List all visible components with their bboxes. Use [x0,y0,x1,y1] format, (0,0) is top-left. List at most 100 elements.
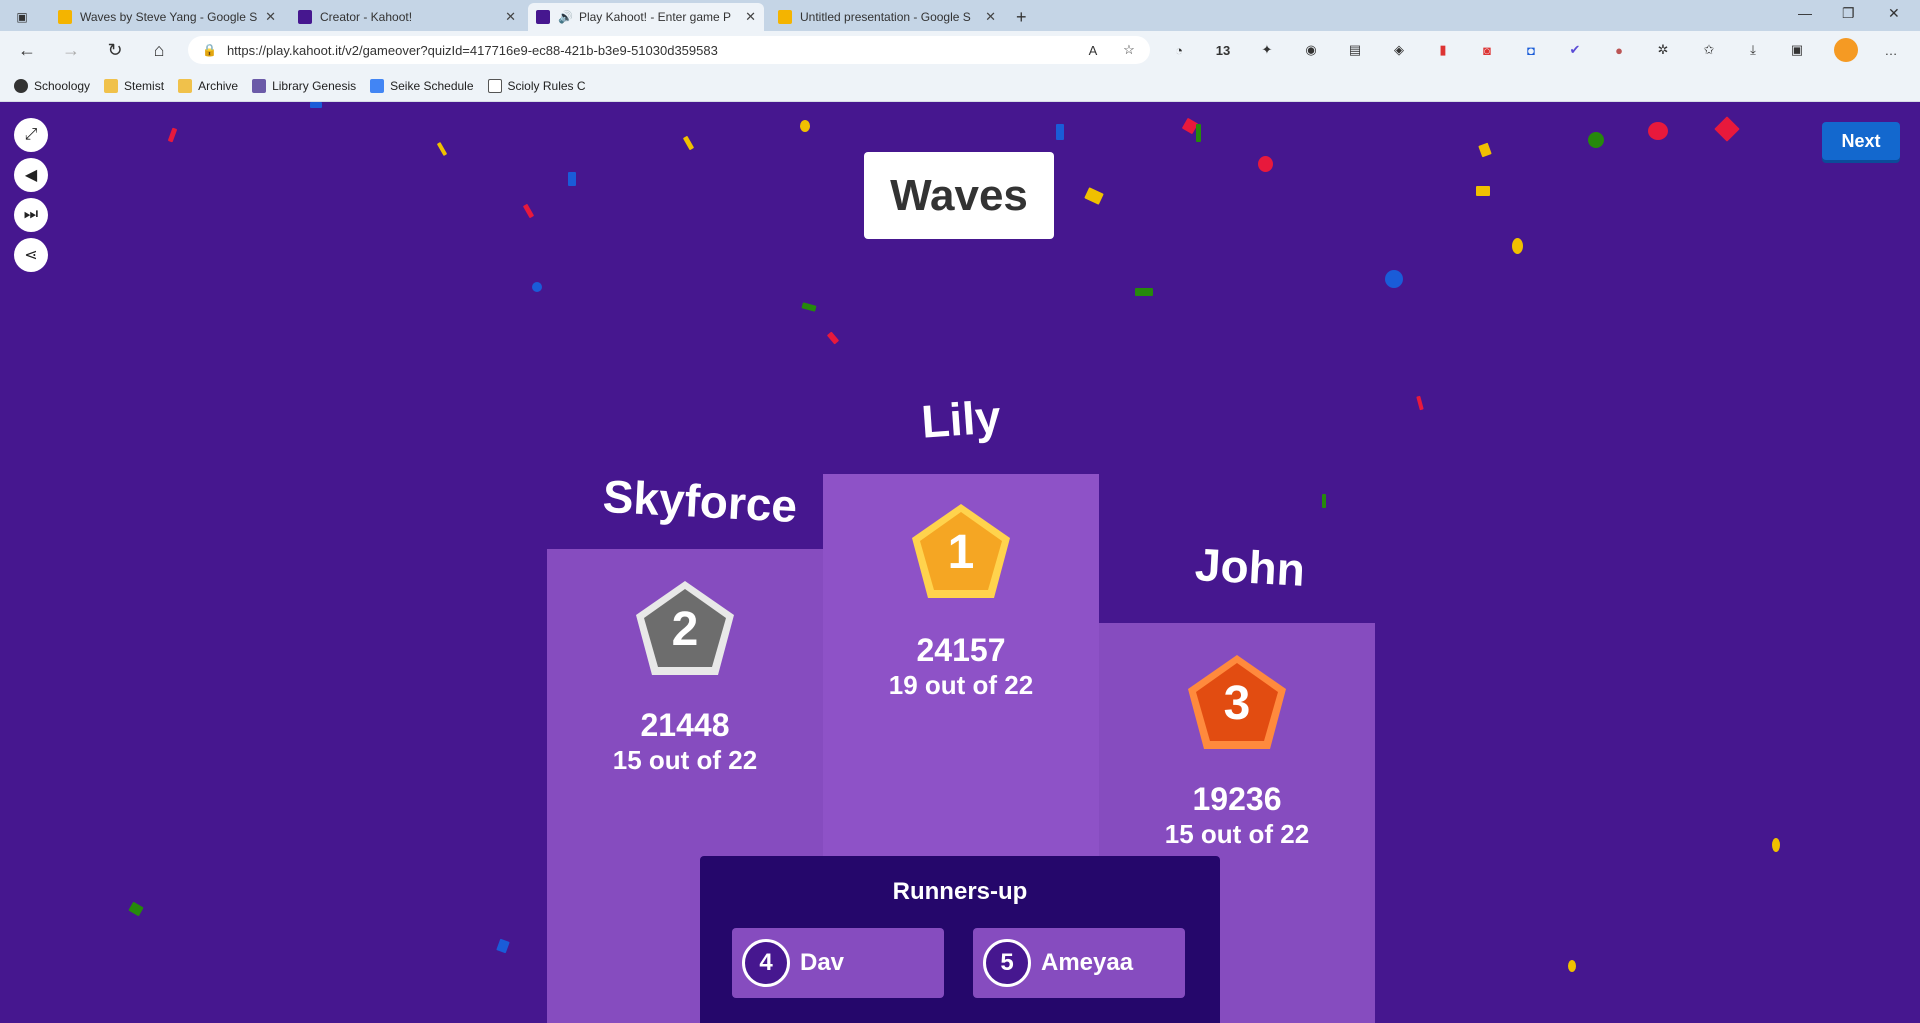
downloads-icon[interactable]: ⤓ [1744,41,1762,59]
confetti-piece [826,331,840,345]
confetti-piece [1416,395,1424,411]
bookmark-seike-schedule[interactable]: Seike Schedule [370,78,474,93]
close-tab-icon[interactable]: ✕ [505,9,516,25]
confetti-piece [1056,124,1064,140]
skip-button[interactable]: ⏭ [14,198,48,232]
address-bar[interactable]: 🔒 https://play.kahoot.it/v2/gameover?qui… [188,36,1150,64]
bookmark-archive[interactable]: Archive [178,78,238,93]
second-place-medal-icon: 2 [636,581,734,675]
confetti-piece [1714,116,1740,142]
confetti-piece [1772,838,1780,852]
quiz-title: Waves [864,152,1054,239]
sound-button[interactable]: ◀ [14,158,48,192]
extension-icon[interactable]: ◉ [1302,41,1320,59]
confetti-piece [1476,186,1490,196]
confetti-piece [1196,124,1201,142]
close-tab-icon[interactable]: ✕ [265,9,276,25]
forward-icon[interactable]: → [60,39,82,61]
docs-icon [370,78,385,93]
tab-play-kahoot[interactable]: 🔊 Play Kahoot! - Enter game P ✕ [528,3,764,31]
confetti-piece [1322,494,1326,508]
tab-title: Play Kahoot! - Enter game P [578,10,732,24]
confetti-piece [1084,187,1104,205]
third-place-medal-icon: 3 [1188,655,1286,749]
confetti-piece [1478,142,1492,158]
read-aloud-icon[interactable]: A [1084,41,1102,59]
third-place-score: 19236 [1192,781,1282,817]
first-place-correct: 19 out of 22 [888,670,1034,700]
kahoot-icon [298,10,312,24]
bookmark-label: Schoology [34,78,91,93]
new-tab-button[interactable]: + [1008,3,1034,31]
extension-icon[interactable]: ◈ [1390,41,1408,59]
extensions-puzzle-icon[interactable]: ✲ [1654,41,1672,59]
confetti-piece [1648,122,1668,140]
next-button[interactable]: Next [1822,122,1900,160]
extension-icon[interactable]: ✦ [1258,41,1276,59]
refresh-icon[interactable]: ↻ [104,39,126,61]
confetti-piece [167,127,178,143]
second-place-score: 21448 [640,707,730,743]
bookmark-library-genesis[interactable]: Library Genesis [252,78,356,93]
tab-actions-icon: ▣ [16,10,28,24]
collections-icon[interactable]: ▣ [1788,41,1806,59]
browser-toolbar: ← → ↻ ⌂ 🔒 https://play.kahoot.it/v2/game… [0,31,1920,70]
favorite-star-icon[interactable]: ☆ [1120,41,1138,59]
confetti-piece [682,135,695,151]
bookmark-scioly-rules[interactable]: Scioly Rules C [487,78,586,93]
confetti-piece [1135,288,1153,296]
first-place-score: 24157 [916,632,1006,668]
confetti-piece [128,901,144,917]
tab-waves-sheet[interactable]: Waves by Steve Yang - Google S ✕ [50,3,284,31]
fullscreen-button[interactable]: ⤢ [14,118,48,152]
extension-icon[interactable]: ✔ [1566,41,1584,59]
tab-creator-kahoot[interactable]: Creator - Kahoot! ✕ [290,3,524,31]
extension-badge[interactable]: 13 [1214,41,1232,59]
runners-up-panel: Runners-up 4 Dav 5 Ameyaa [700,856,1220,1023]
tab-actions-button[interactable]: ▣ [2,3,42,31]
close-tab-icon[interactable]: ✕ [745,9,756,25]
back-icon[interactable]: ← [16,39,38,61]
bookmark-label: Scioly Rules C [507,78,586,93]
library-icon [252,78,267,93]
medal-rank: 3 [1224,677,1251,730]
favorites-icon[interactable]: ✩ [1700,41,1718,59]
confetti-piece [310,102,322,108]
confetti-piece [800,120,810,132]
schoology-icon [14,78,28,93]
third-place-correct: 15 out of 22 [1164,819,1310,849]
bookmark-schoology[interactable]: Schoology [14,78,91,93]
confetti-piece [568,172,576,186]
tab-title: Creator - Kahoot! [320,10,413,24]
profile-avatar[interactable] [1834,38,1858,62]
extension-icon[interactable]: ▤ [1346,41,1364,59]
close-tab-icon[interactable]: ✕ [985,9,996,25]
share-button[interactable]: ⋖ [14,238,48,272]
tab-title: Waves by Steve Yang - Google S [80,10,258,24]
extension-icon[interactable]: ◙ [1478,41,1496,59]
bookmark-label: Seike Schedule [390,78,474,93]
settings-more-icon[interactable]: … [1882,41,1900,59]
speaker-icon[interactable]: 🔊 [558,10,573,24]
runner-up-item: 5 Ameyaa [973,928,1185,998]
runner-up-item: 4 Dav [732,928,944,998]
extension-icon[interactable]: ● [1610,41,1628,59]
folder-icon [178,78,193,93]
extension-icon[interactable]: ◘ [1522,41,1540,59]
bookmark-stemist[interactable]: Stemist [104,78,164,93]
confetti-piece [1568,960,1576,972]
close-window-icon[interactable]: ✕ [1888,5,1900,22]
restore-icon[interactable]: ❐ [1842,5,1855,22]
extension-icon[interactable]: ◔ [1170,41,1188,59]
home-icon[interactable]: ⌂ [148,39,170,61]
kahoot-podium-page: ⤢ ◀ ⏭ ⋖ Next Waves Lily Skyforce John 2 … [0,102,1920,1023]
confetti-piece [801,302,817,312]
bookmarks-bar: Schoology Stemist Archive Library Genesi… [0,70,1920,102]
runner-rank-badge: 5 [983,939,1031,987]
extension-icon[interactable]: ▮ [1434,41,1452,59]
confetti-piece [1512,238,1523,254]
runners-up-title: Runners-up [892,878,1028,905]
confetti-piece [436,141,448,157]
tab-untitled-presentation[interactable]: Untitled presentation - Google S ✕ [770,3,1004,31]
minimize-icon[interactable]: — [1798,5,1812,21]
